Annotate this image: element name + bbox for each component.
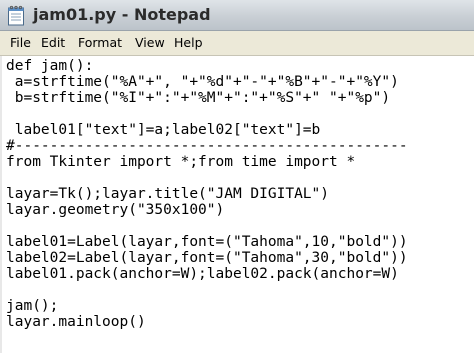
notepad-window: jam01.py - Notepad File Edit Format View… (0, 0, 474, 353)
text-editor[interactable]: def jam(): a=strftime("%A"+", "+"%d"+"-"… (0, 56, 474, 353)
code-line: layar.mainloop() (6, 314, 146, 330)
code-line: from Tkinter import *;from time import * (6, 154, 356, 170)
menu-format[interactable]: Format (78, 35, 122, 51)
menu-file[interactable]: File (10, 35, 31, 51)
window-title: jam01.py - Notepad (33, 5, 211, 24)
menu-edit[interactable]: Edit (41, 35, 65, 51)
code-line: jam(); (6, 298, 59, 314)
code-line: layar=Tk();layar.title("JAM DIGITAL") (6, 186, 330, 202)
code-line: label01.pack(anchor=W);label02.pack(anch… (6, 266, 399, 282)
menu-view[interactable]: View (135, 35, 165, 51)
menu-bar: File Edit Format View Help (0, 31, 474, 56)
code-line: label01=Label(layar,font=("Tahoma",10,"b… (6, 234, 408, 250)
code-line: a=strftime("%A"+", "+"%d"+"-"+"%B"+"-"+"… (6, 74, 399, 90)
code-line: #---------------------------------------… (6, 138, 408, 154)
code-line: label02=Label(layar,font=("Tahoma",30,"b… (6, 250, 408, 266)
notepad-icon[interactable] (7, 5, 25, 26)
menu-help[interactable]: Help (174, 35, 203, 51)
editor-left-border (0, 56, 2, 353)
code-line: def jam(): (6, 58, 94, 74)
title-bar[interactable]: jam01.py - Notepad (0, 0, 474, 31)
code-line: b=strftime("%I"+":"+"%M"+":"+"%S"+" "+"%… (6, 90, 391, 106)
code-line: layar.geometry("350x100") (6, 202, 225, 218)
code-line: label01["text"]=a;label02["text"]=b (6, 122, 321, 138)
